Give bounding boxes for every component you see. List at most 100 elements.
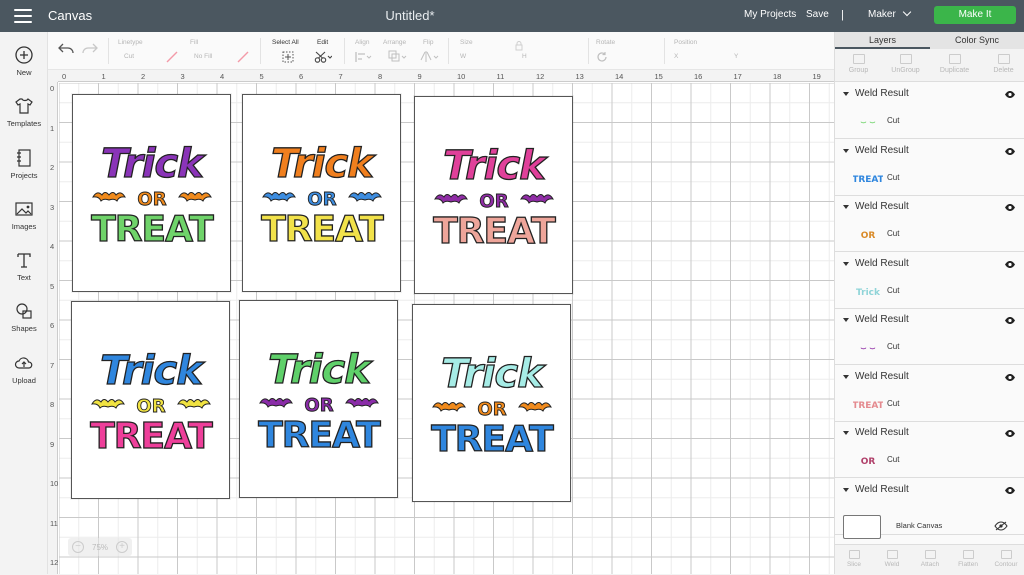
lock-icon[interactable] [515, 41, 523, 51]
layer-row[interactable]: Weld Result TREAT Cut [835, 365, 1024, 422]
group-button[interactable]: Group [835, 49, 882, 82]
zoom-level: 75% [92, 543, 109, 552]
weld-icon [886, 550, 898, 559]
flatten-icon [962, 550, 974, 559]
position-x-input[interactable]: X [674, 53, 678, 60]
collapse-caret-icon[interactable] [843, 374, 849, 379]
collapse-caret-icon[interactable] [843, 487, 849, 492]
collapse-caret-icon[interactable] [843, 431, 849, 435]
bat-shape [517, 402, 552, 412]
bat-shape [90, 399, 125, 409]
blank-canvas-label: Blank Canvas [896, 521, 943, 530]
flip-icon[interactable] [420, 50, 440, 63]
collapse-caret-icon[interactable] [843, 148, 849, 153]
make-it-button[interactable]: Make It [934, 6, 1016, 24]
ruler-number: 10 [50, 479, 59, 488]
tool-label: Delete [993, 67, 1014, 74]
zoom-out-icon[interactable]: − [72, 541, 84, 553]
eye-icon[interactable] [1004, 316, 1016, 325]
tab-layers[interactable]: Layers [869, 35, 896, 45]
design-canvas[interactable]: 0 1 2 3 4 5 6 7 8 9 10 11 12 13 14 15 16 17 18 19 012345678… [48, 70, 834, 574]
tab-color-sync[interactable]: Color Sync [955, 35, 999, 45]
size-height-input[interactable]: H [522, 53, 527, 60]
collapse-caret-icon[interactable] [843, 318, 849, 322]
attach-button[interactable]: Attach [911, 545, 949, 575]
bat-shape [344, 398, 379, 408]
collapse-caret-icon[interactable] [843, 92, 849, 96]
layer-name: Weld Result [855, 427, 909, 438]
eye-icon[interactable] [1004, 90, 1016, 99]
tshirt-icon [15, 98, 33, 114]
duplicate-button[interactable]: Duplicate [931, 49, 978, 82]
delete-button[interactable]: Delete [980, 49, 1024, 82]
rail-images[interactable]: Images [0, 199, 48, 231]
trick-or-treat-design: TrickORTREAT [90, 140, 215, 250]
ungroup-button[interactable]: UnGroup [882, 49, 929, 82]
layer-row[interactable]: Weld Result OR Cut [835, 422, 1024, 478]
ruler-number: 5 [50, 281, 55, 291]
rail-shapes[interactable]: Shapes [0, 301, 48, 333]
eye-icon[interactable] [1004, 147, 1016, 156]
design-card-6[interactable]: Trick OR TREAT [412, 304, 571, 502]
eye-icon[interactable] [1004, 429, 1016, 438]
rail-templates[interactable]: Templates [0, 96, 48, 128]
ruler-number: 7 [338, 72, 343, 81]
size-width-input[interactable]: W [460, 53, 466, 60]
layer-row[interactable]: Weld Result TREAT Cut [835, 139, 1024, 196]
design-card-1[interactable]: Trick OR TREAT [72, 94, 231, 292]
eye-icon[interactable] [1004, 260, 1016, 269]
blank-canvas-swatch[interactable] [843, 515, 881, 539]
my-projects-link[interactable]: My Projects [744, 9, 796, 20]
arrange-icon[interactable] [388, 50, 408, 63]
design-card-4[interactable]: Trick OR TREAT [71, 301, 230, 499]
slice-button[interactable]: Slice [835, 545, 873, 575]
collapse-caret-icon[interactable] [843, 205, 849, 209]
document-title[interactable]: Untitled* [0, 8, 820, 23]
rail-upload[interactable]: Upload [0, 353, 48, 385]
eye-icon[interactable] [1004, 203, 1016, 212]
layer-row[interactable]: Weld Result Trick Cut [835, 252, 1024, 309]
design-word-treat: TREAT [258, 415, 381, 456]
design-word-treat: TREAT [91, 209, 214, 250]
layer-row[interactable]: Weld Result ⌣ ⌣ Cut [835, 309, 1024, 365]
edit-scissors-icon[interactable] [314, 50, 332, 64]
machine-select[interactable]: Maker [868, 7, 912, 20]
rail-projects[interactable]: Projects [0, 148, 48, 180]
fill-color-icon[interactable] [237, 51, 249, 63]
layer-operation: Cut [887, 116, 900, 125]
design-word-treat: TREAT [433, 211, 556, 252]
eye-icon[interactable] [1004, 373, 1016, 382]
select-all-icon[interactable] [282, 51, 294, 63]
select-all-label: Select All [272, 39, 299, 46]
contour-button[interactable]: Contour [987, 545, 1024, 575]
ruler-number: 1 [101, 72, 106, 81]
design-card-2[interactable]: Trick OR TREAT [242, 94, 401, 292]
linetype-select[interactable]: Cut [124, 53, 134, 60]
layer-row[interactable]: Weld Result ⌣ ⌣ Cut [835, 83, 1024, 139]
design-card-5[interactable]: Trick OR TREAT [239, 300, 398, 498]
tool-label: Duplicate [939, 67, 970, 74]
rotate-icon[interactable] [596, 51, 608, 63]
fill-select[interactable]: No Fill [194, 53, 212, 60]
collapse-caret-icon[interactable] [843, 261, 849, 266]
align-icon[interactable] [355, 51, 373, 63]
layer-row[interactable]: Weld Result OR Cut [835, 196, 1024, 252]
zoom-in-icon[interactable]: + [116, 541, 128, 553]
position-y-input[interactable]: Y [734, 53, 738, 60]
undo-icon[interactable] [58, 43, 74, 55]
layer-thumbnail: ⌣ ⌣ [861, 118, 876, 128]
linetype-color-icon[interactable] [166, 51, 178, 63]
weld-button[interactable]: Weld [873, 545, 911, 575]
save-button[interactable]: Save [806, 9, 829, 20]
rail-text[interactable]: Text [0, 250, 48, 282]
rail-new[interactable]: New [0, 45, 48, 77]
design-word-trick: Trick [443, 143, 548, 189]
layer-thumbnail: OR [861, 457, 876, 467]
ungroup-icon [899, 54, 912, 64]
redo-icon[interactable] [82, 43, 98, 55]
flatten-button[interactable]: Flatten [949, 545, 987, 575]
eye-icon[interactable] [1004, 486, 1016, 495]
design-card-3[interactable]: Trick OR TREAT [414, 96, 573, 294]
eye-hidden-icon[interactable] [994, 521, 1008, 531]
toolbar-separator [448, 38, 449, 64]
